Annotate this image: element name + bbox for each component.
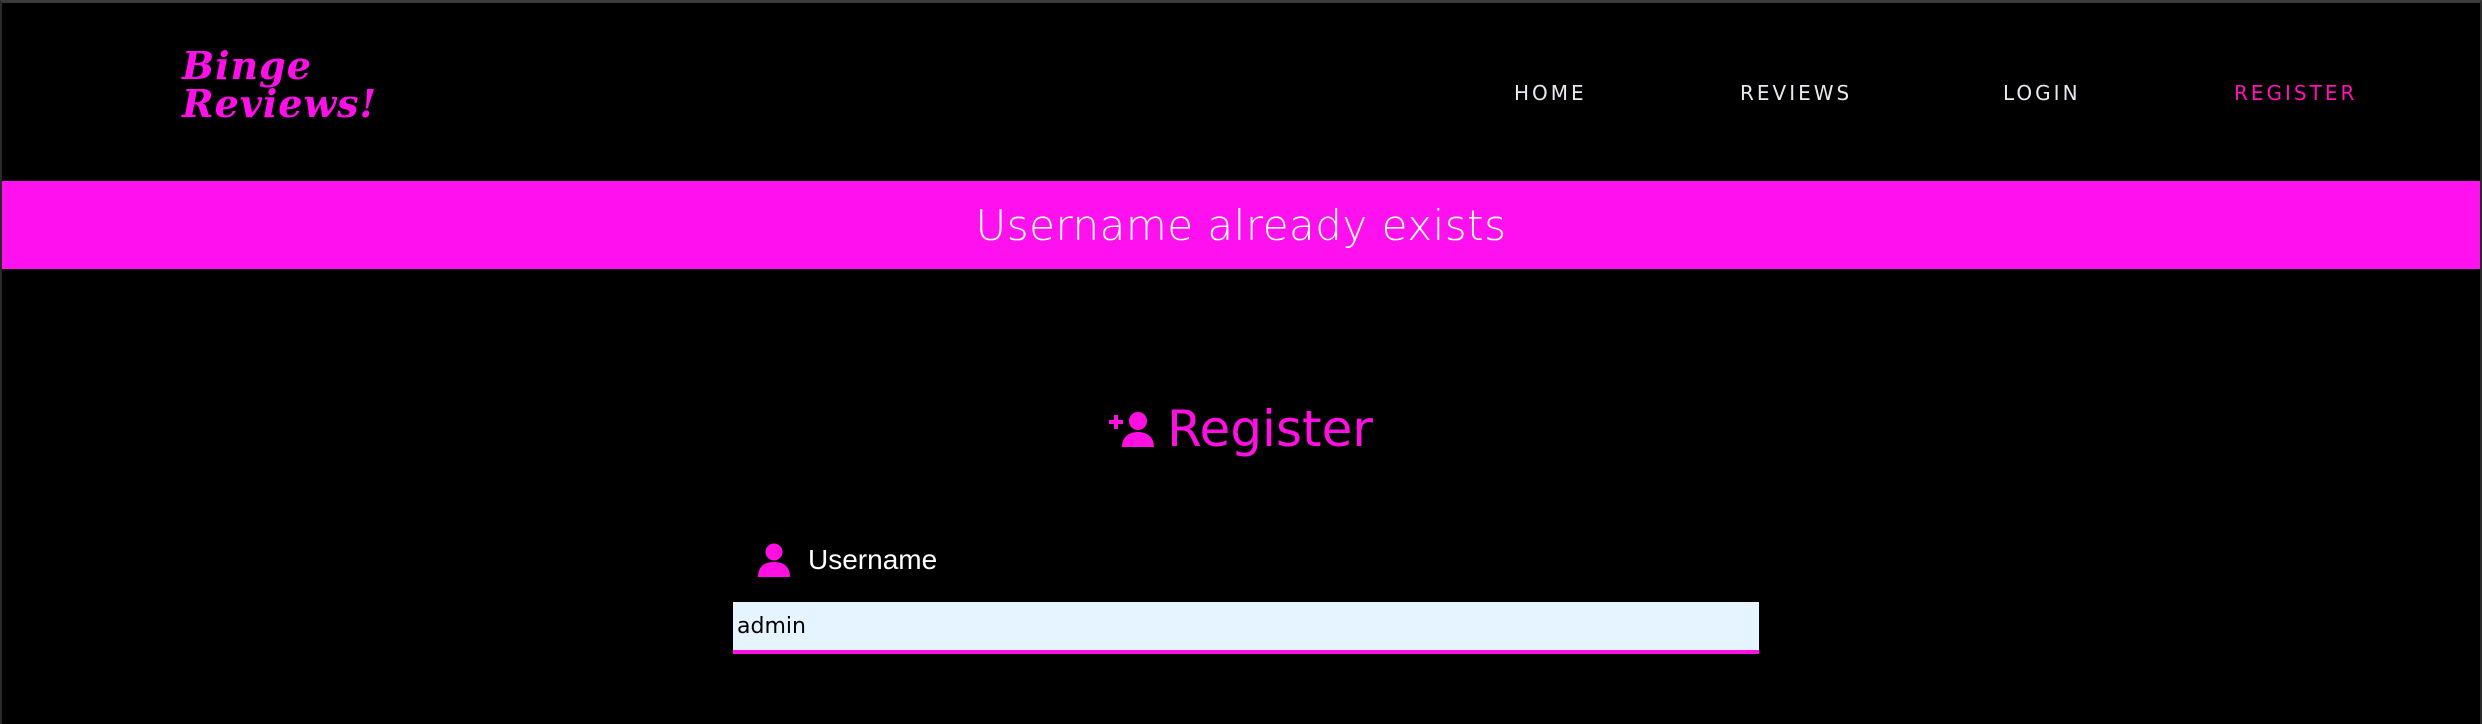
- flash-message-banner: Username already exists: [2, 181, 2480, 269]
- user-plus-icon: [1109, 412, 1155, 447]
- nav-links: HOME REVIEWS LOGIN REGISTER: [2, 81, 2480, 111]
- navbar: Binge Reviews! HOME REVIEWS LOGIN REGIST…: [2, 3, 2480, 179]
- nav-home-link[interactable]: HOME: [1514, 81, 1587, 105]
- username-label-row: Username: [758, 543, 937, 577]
- username-input[interactable]: [733, 602, 1759, 650]
- user-icon: [758, 543, 790, 577]
- register-heading: Register: [2, 399, 2480, 459]
- flash-message-text: Username already exists: [975, 200, 1507, 250]
- brand-line-1: Binge: [182, 43, 312, 88]
- nav-reviews-link[interactable]: REVIEWS: [1740, 81, 1852, 105]
- nav-login-link[interactable]: LOGIN: [2003, 81, 2081, 105]
- username-label: Username: [808, 544, 938, 575]
- nav-register-link[interactable]: REGISTER: [2234, 81, 2357, 105]
- page: Binge Reviews! HOME REVIEWS LOGIN REGIST…: [0, 0, 2482, 724]
- username-field-wrapper: [733, 602, 1759, 654]
- register-heading-text: Register: [1167, 400, 1373, 458]
